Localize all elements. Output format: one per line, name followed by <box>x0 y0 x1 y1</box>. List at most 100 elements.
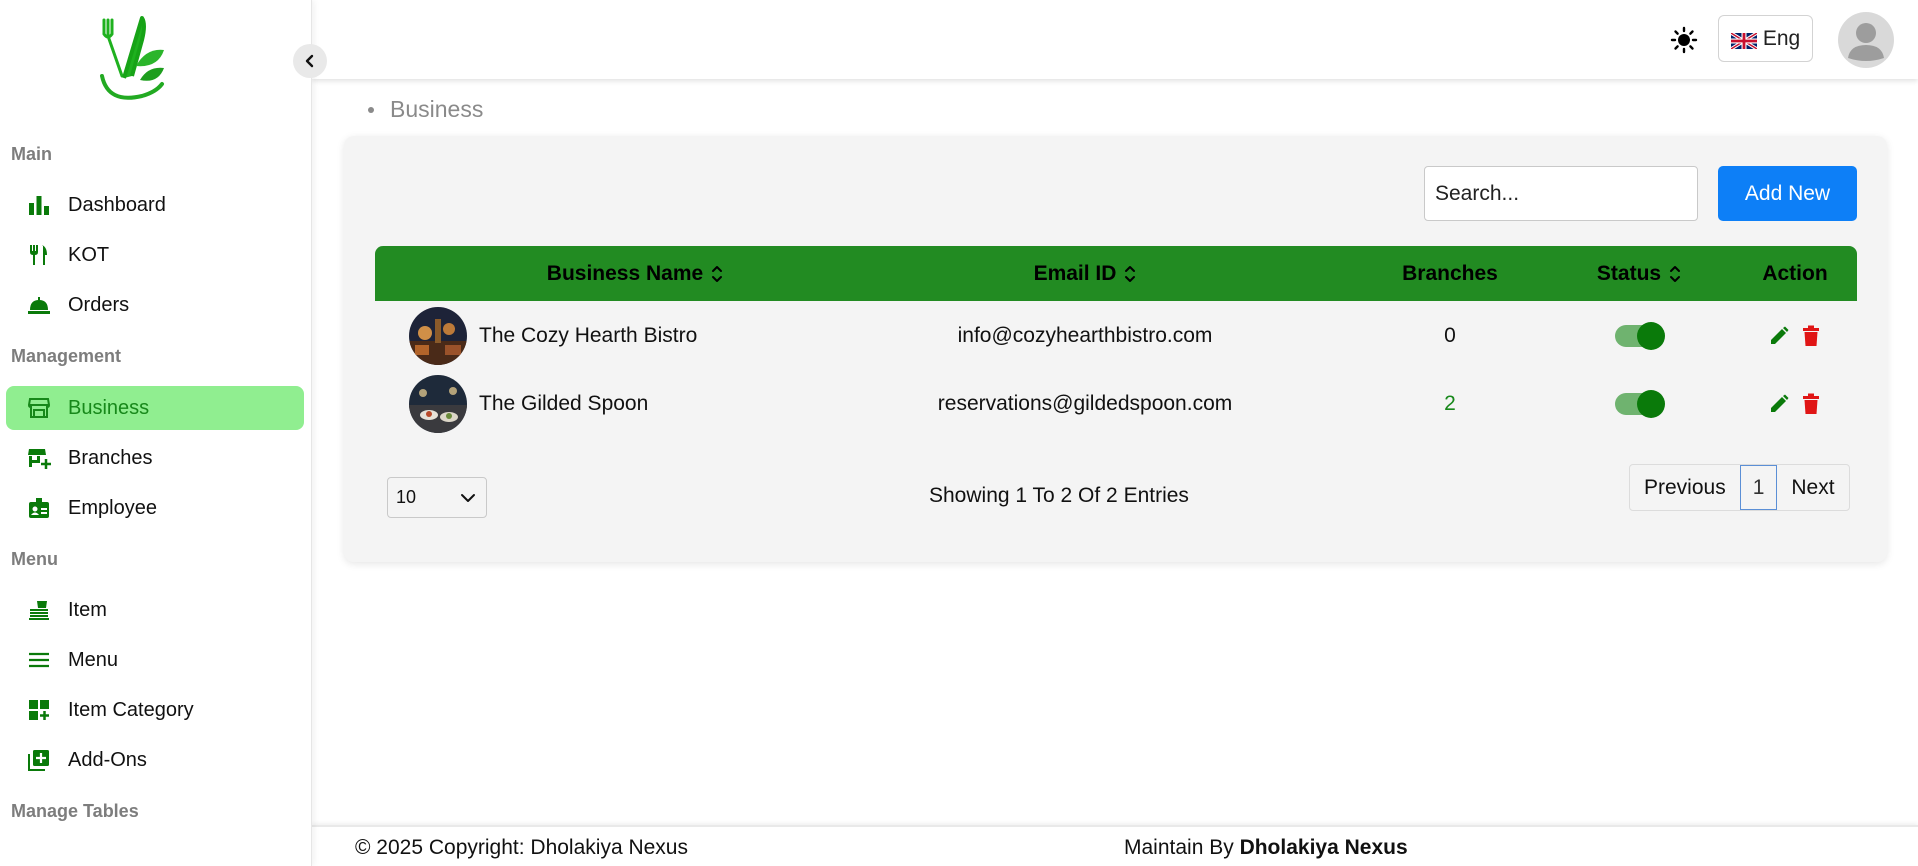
toggle-knob <box>1637 322 1665 350</box>
uk-flag-icon <box>1729 31 1758 50</box>
sidebar-item-branches[interactable]: Branches <box>6 436 304 480</box>
business-name-cell: The Gilded Spoon <box>409 370 648 438</box>
column-business-name[interactable]: Business Name <box>495 246 775 301</box>
food-serving-icon <box>26 597 52 623</box>
sidebar-item-dashboard[interactable]: Dashboard <box>6 183 304 227</box>
table-row: The Cozy Hearth Bistro info@cozyhearthbi… <box>375 302 1857 370</box>
sidebar-item-business[interactable]: Business <box>6 386 304 430</box>
sidebar-item-label: Employee <box>68 496 157 519</box>
sidebar-item-label: Menu <box>68 648 119 671</box>
delete-icon[interactable] <box>1799 324 1823 348</box>
sidebar-item-label: Dashboard <box>68 193 166 216</box>
section-management: Management <box>11 346 122 366</box>
breadcrumb-dot <box>368 106 374 113</box>
action-cell <box>1755 370 1835 438</box>
section-main: Main <box>11 144 53 164</box>
business-name: The Gilded Spoon <box>479 392 649 415</box>
storefront-icon <box>26 395 52 421</box>
chevron-left-icon <box>303 54 317 68</box>
column-status[interactable]: Status <box>1569 246 1709 301</box>
status-toggle[interactable] <box>1615 390 1665 418</box>
column-action: Action <box>1745 246 1845 301</box>
column-label: Branches <box>1402 261 1498 285</box>
action-cell <box>1755 302 1835 370</box>
sidebar-item-menu[interactable]: Menu <box>6 638 304 682</box>
sidebar-item-item-category[interactable]: Item Category <box>6 688 304 732</box>
sidebar-item-employee[interactable]: Employee <box>6 486 304 530</box>
search-input[interactable] <box>1424 166 1698 221</box>
app-logo <box>98 14 172 110</box>
category-grid-icon <box>26 697 52 723</box>
pagination: Previous 1 Next <box>1629 464 1850 511</box>
sidebar-item-label: Add-Ons <box>68 748 147 771</box>
page-1-button[interactable]: 1 <box>1739 465 1778 510</box>
bar-chart-icon <box>26 192 52 218</box>
maintained-by-name: Dholakiya Nexus <box>1239 836 1408 859</box>
sidebar-item-label: KOT <box>68 243 110 266</box>
column-branches: Branches <box>1375 246 1525 301</box>
branch-count-link[interactable]: 2 <box>1444 392 1456 416</box>
add-new-button[interactable]: Add New <box>1718 166 1857 221</box>
section-manage-tables: Manage Tables <box>11 801 139 821</box>
sort-icon[interactable] <box>711 264 723 284</box>
sort-icon[interactable] <box>1124 264 1136 284</box>
breadcrumb: Business <box>368 96 483 123</box>
sidebar-item-item[interactable]: Item <box>6 588 304 632</box>
edit-icon[interactable] <box>1767 392 1791 416</box>
entries-summary: Showing 1 To 2 Of 2 Entries <box>929 484 1189 507</box>
column-label: Business Name <box>546 261 704 285</box>
sidebar-item-kot[interactable]: KOT <box>6 233 304 277</box>
store-add-icon <box>26 445 52 471</box>
chevron-down-icon <box>460 493 476 503</box>
column-email-id[interactable]: Email ID <box>985 246 1185 301</box>
branch-count: 0 <box>1444 324 1456 347</box>
table-row: The Gilded Spoon reservations@gildedspoo… <box>375 370 1857 438</box>
breadcrumb-current: Business <box>390 96 484 122</box>
hamburger-lines-icon <box>26 647 52 673</box>
email-cell: reservations@gildedspoon.com <box>938 370 1232 438</box>
language-selector[interactable]: Eng <box>1718 15 1813 62</box>
sidebar: Main Dashboard KOT Orders Management Bus… <box>0 0 312 866</box>
add-box-icon <box>26 747 52 773</box>
table-header: Business Name Email ID Branches Status A… <box>375 246 1857 301</box>
column-label: Action <box>1762 261 1828 285</box>
cloche-icon <box>26 292 52 318</box>
delete-icon[interactable] <box>1799 392 1823 416</box>
copyright-text: © 2025 Copyright: Dholakiya Nexus <box>355 836 688 859</box>
business-name: The Cozy Hearth Bistro <box>479 324 698 347</box>
section-menu: Menu <box>11 549 58 569</box>
user-avatar-icon <box>1838 12 1894 68</box>
sidebar-item-add-ons[interactable]: Add-Ons <box>6 738 304 782</box>
business-name-cell: The Cozy Hearth Bistro <box>409 302 697 370</box>
user-avatar-button[interactable] <box>1838 12 1894 68</box>
page-size-select[interactable]: 10 <box>387 477 487 518</box>
footer: © 2025 Copyright: Dholakiya Nexus Mainta… <box>312 825 1918 866</box>
sidebar-item-label: Item <box>68 598 107 621</box>
column-label: Status <box>1596 261 1662 285</box>
status-cell <box>1592 302 1686 370</box>
previous-page-button[interactable]: Previous <box>1630 465 1740 510</box>
language-label: Eng <box>1762 26 1801 50</box>
sort-icon[interactable] <box>1669 264 1681 284</box>
next-page-button[interactable]: Next <box>1777 465 1848 510</box>
column-label: Email ID <box>1033 261 1117 285</box>
sidebar-item-label: Item Category <box>68 698 194 721</box>
sidebar-item-label: Branches <box>68 446 153 469</box>
page-size-value: 10 <box>396 487 417 507</box>
collapse-sidebar-button[interactable] <box>293 44 327 78</box>
business-email: reservations@gildedspoon.com <box>937 392 1233 415</box>
business-email: info@cozyhearthbistro.com <box>957 324 1213 347</box>
status-cell <box>1592 370 1686 438</box>
theme-toggle-button[interactable] <box>1668 24 1700 56</box>
id-badge-icon <box>26 495 52 521</box>
sun-icon <box>1670 26 1698 54</box>
sidebar-item-orders[interactable]: Orders <box>6 283 304 327</box>
business-thumbnail <box>409 375 467 433</box>
sidebar-item-label: Orders <box>68 293 130 316</box>
branches-cell[interactable]: 2 <box>1375 370 1525 438</box>
edit-icon[interactable] <box>1767 324 1791 348</box>
status-toggle[interactable] <box>1615 322 1665 350</box>
sidebar-item-label: Business <box>68 396 150 419</box>
email-cell: info@cozyhearthbistro.com <box>958 302 1213 370</box>
branches-cell: 0 <box>1375 302 1525 370</box>
